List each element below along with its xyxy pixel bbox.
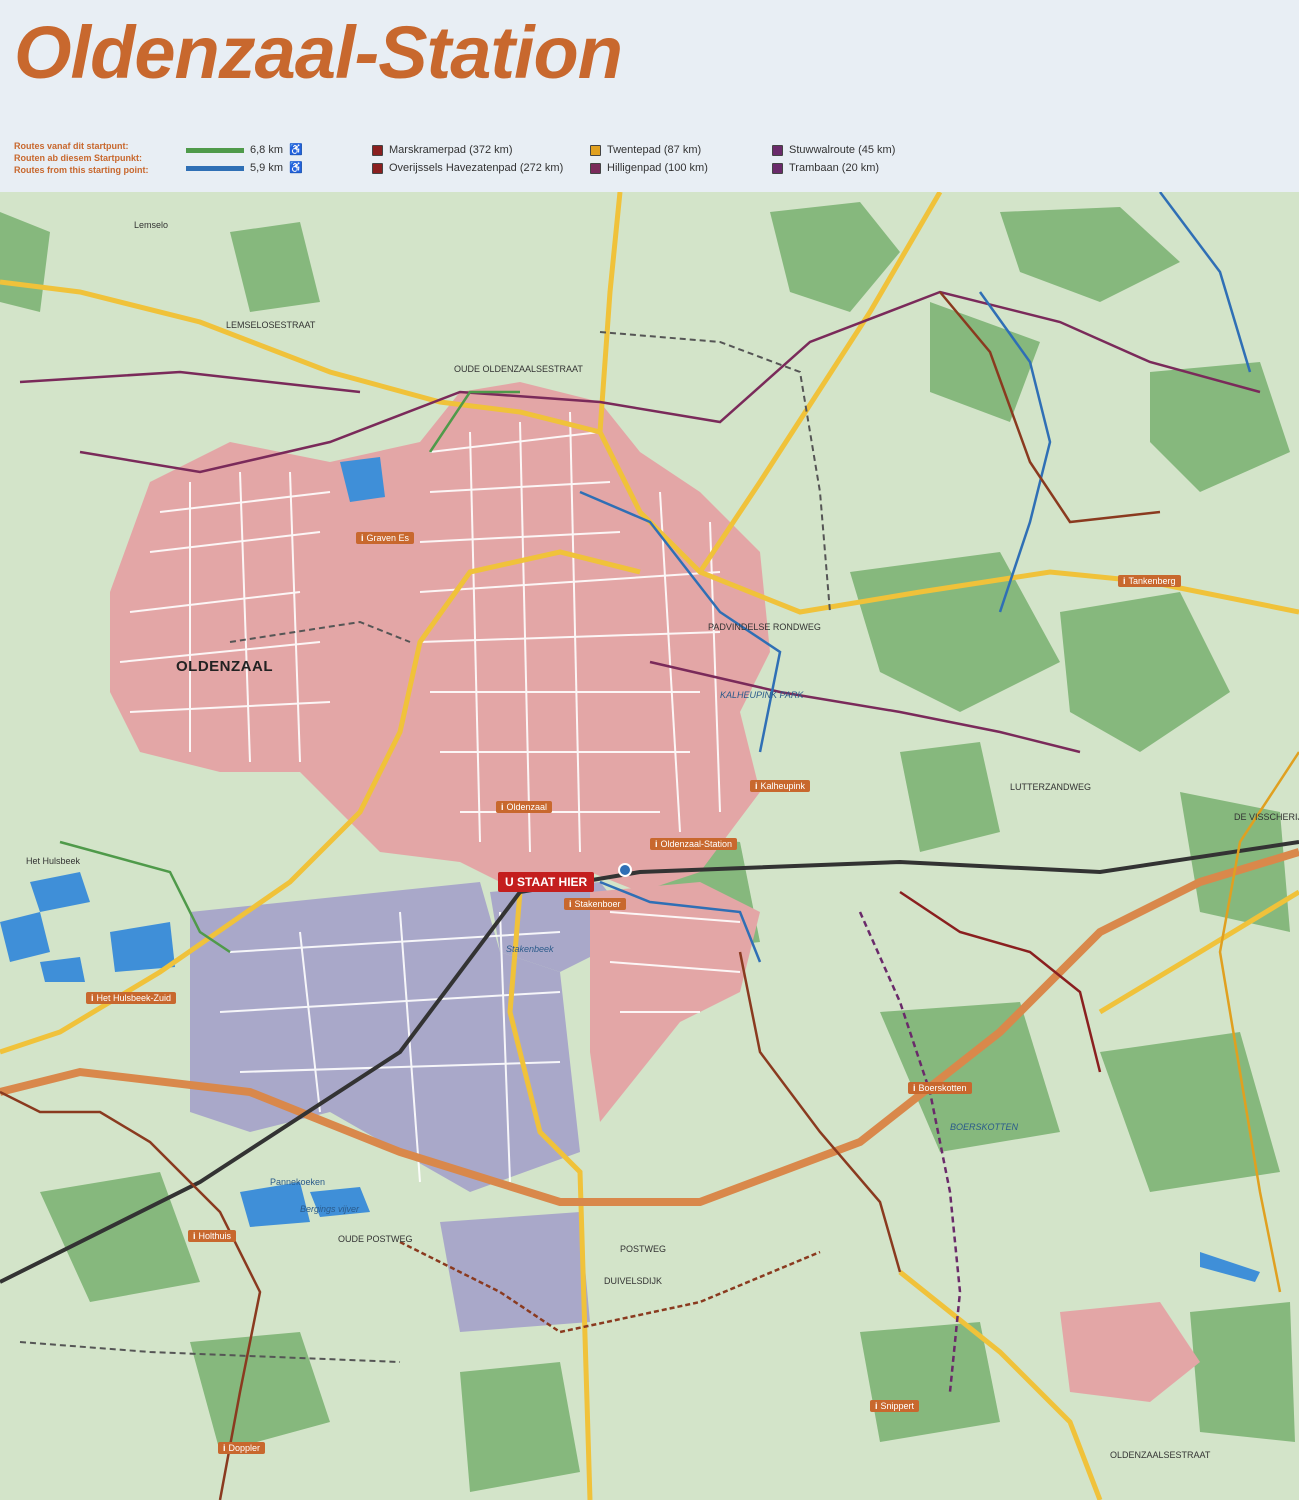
info-icon: i xyxy=(913,1083,916,1093)
start-point-doppler[interactable]: i Doppler xyxy=(218,1442,266,1454)
industrial-area-far-south xyxy=(440,1212,590,1332)
info-icon: i xyxy=(501,802,504,812)
place-lemselo: Lemselo xyxy=(134,220,169,230)
route-marker-icon xyxy=(372,162,383,174)
you-are-here-badge: U STAAT HIER xyxy=(498,872,595,892)
info-icon: i xyxy=(361,533,364,543)
street-padvindelse-rondweg: PADVINDELSE RONDWEG xyxy=(708,622,821,632)
street-lutterzandweg: LUTTERZANDWEG xyxy=(1010,782,1091,792)
info-icon: i xyxy=(1123,576,1126,586)
pram-icon: ♿ xyxy=(289,162,303,174)
start-point-tankenberg[interactable]: i Tankenberg xyxy=(1118,575,1181,587)
start-point-graven-es[interactable]: i Graven Es xyxy=(356,532,415,544)
start-point-holthuis[interactable]: i Holthuis xyxy=(188,1230,237,1242)
place-boerskotten: BOERSKOTTEN xyxy=(950,1122,1019,1132)
legend-long-routes-2: Twentepad (87 km) Hilligenpad (100 km) xyxy=(590,141,708,177)
place-kalheupink-park: KALHEUPINK PARK xyxy=(720,690,804,700)
legend-long-routes-1: Marskramerpad (372 km) Overijssels Havez… xyxy=(372,141,563,177)
place-stakenbeek: Stakenbeek xyxy=(506,944,554,954)
street-oude-oldenzaalsestraat: OUDE OLDENZAALSESTRAAT xyxy=(454,364,583,374)
route-marker-icon xyxy=(772,162,783,174)
pram-icon: ♿ xyxy=(289,144,303,156)
info-icon: i xyxy=(569,899,572,909)
street-postweg: POSTWEG xyxy=(620,1244,667,1254)
route-marker-icon xyxy=(590,144,601,156)
start-point-snippert[interactable]: i Snippert xyxy=(870,1400,920,1412)
green-route-swatch xyxy=(186,147,244,153)
station-icon xyxy=(618,863,632,877)
place-bergings-vijver: Bergings vijver xyxy=(300,1204,360,1214)
legend-route-blue: 5,9 km ♿ xyxy=(186,159,303,177)
route-marker-icon xyxy=(590,162,601,174)
place-het-hulsbeek: Het Hulsbeek xyxy=(26,856,81,866)
street-oude-postweg: OUDE POSTWEG xyxy=(338,1234,413,1244)
info-icon: i xyxy=(655,839,658,849)
route-marker-icon xyxy=(772,144,783,156)
blue-route-swatch xyxy=(186,165,244,171)
street-lemselosestraat: LEMSELOSESTRAAT xyxy=(226,320,316,330)
start-point-stakenboer[interactable]: i Stakenboer xyxy=(564,898,626,910)
info-icon: i xyxy=(875,1401,878,1411)
street-duivelsdijk: DUIVELSDIJK xyxy=(604,1276,663,1286)
route-map[interactable]: Pannekoeken OLDENZAAL U STAAT HIER i Gra… xyxy=(0,192,1299,1500)
route-marker-icon xyxy=(372,144,383,156)
street-oldenzaalsestraat: OLDENZAALSESTRAAT xyxy=(1110,1450,1211,1460)
info-icon: i xyxy=(755,781,758,791)
start-point-oldenzaal[interactable]: i Oldenzaal xyxy=(496,801,553,813)
legend-intro: Routes vanaf dit startpunt: Routen ab di… xyxy=(14,141,149,175)
start-point-oldenzaal-station[interactable]: i Oldenzaal-Station xyxy=(650,838,738,850)
info-icon: i xyxy=(223,1443,226,1453)
map-header: Oldenzaal-Station Routes vanaf dit start… xyxy=(0,0,1299,192)
info-icon: i xyxy=(91,993,94,1003)
legend-long-routes-3: Stuwwalroute (45 km) Trambaan (20 km) xyxy=(772,141,895,177)
lake-label: Pannekoeken xyxy=(270,1177,325,1187)
legend-route-green: 6,8 km ♿ xyxy=(186,141,303,159)
town-label: OLDENZAAL xyxy=(176,658,273,675)
start-point-boerskotten[interactable]: i Boerskotten xyxy=(908,1082,972,1094)
start-point-het-hulsbeek-zuid[interactable]: i Het Hulsbeek-Zuid xyxy=(86,992,177,1004)
start-point-kalheupink[interactable]: i Kalheupink xyxy=(750,780,811,792)
street-de-visscherij: DE VISSCHERIJ xyxy=(1234,812,1299,822)
legend-walk-routes: 6,8 km ♿ 5,9 km ♿ xyxy=(186,141,303,177)
info-icon: i xyxy=(193,1231,196,1241)
page-title: Oldenzaal-Station xyxy=(14,11,623,94)
